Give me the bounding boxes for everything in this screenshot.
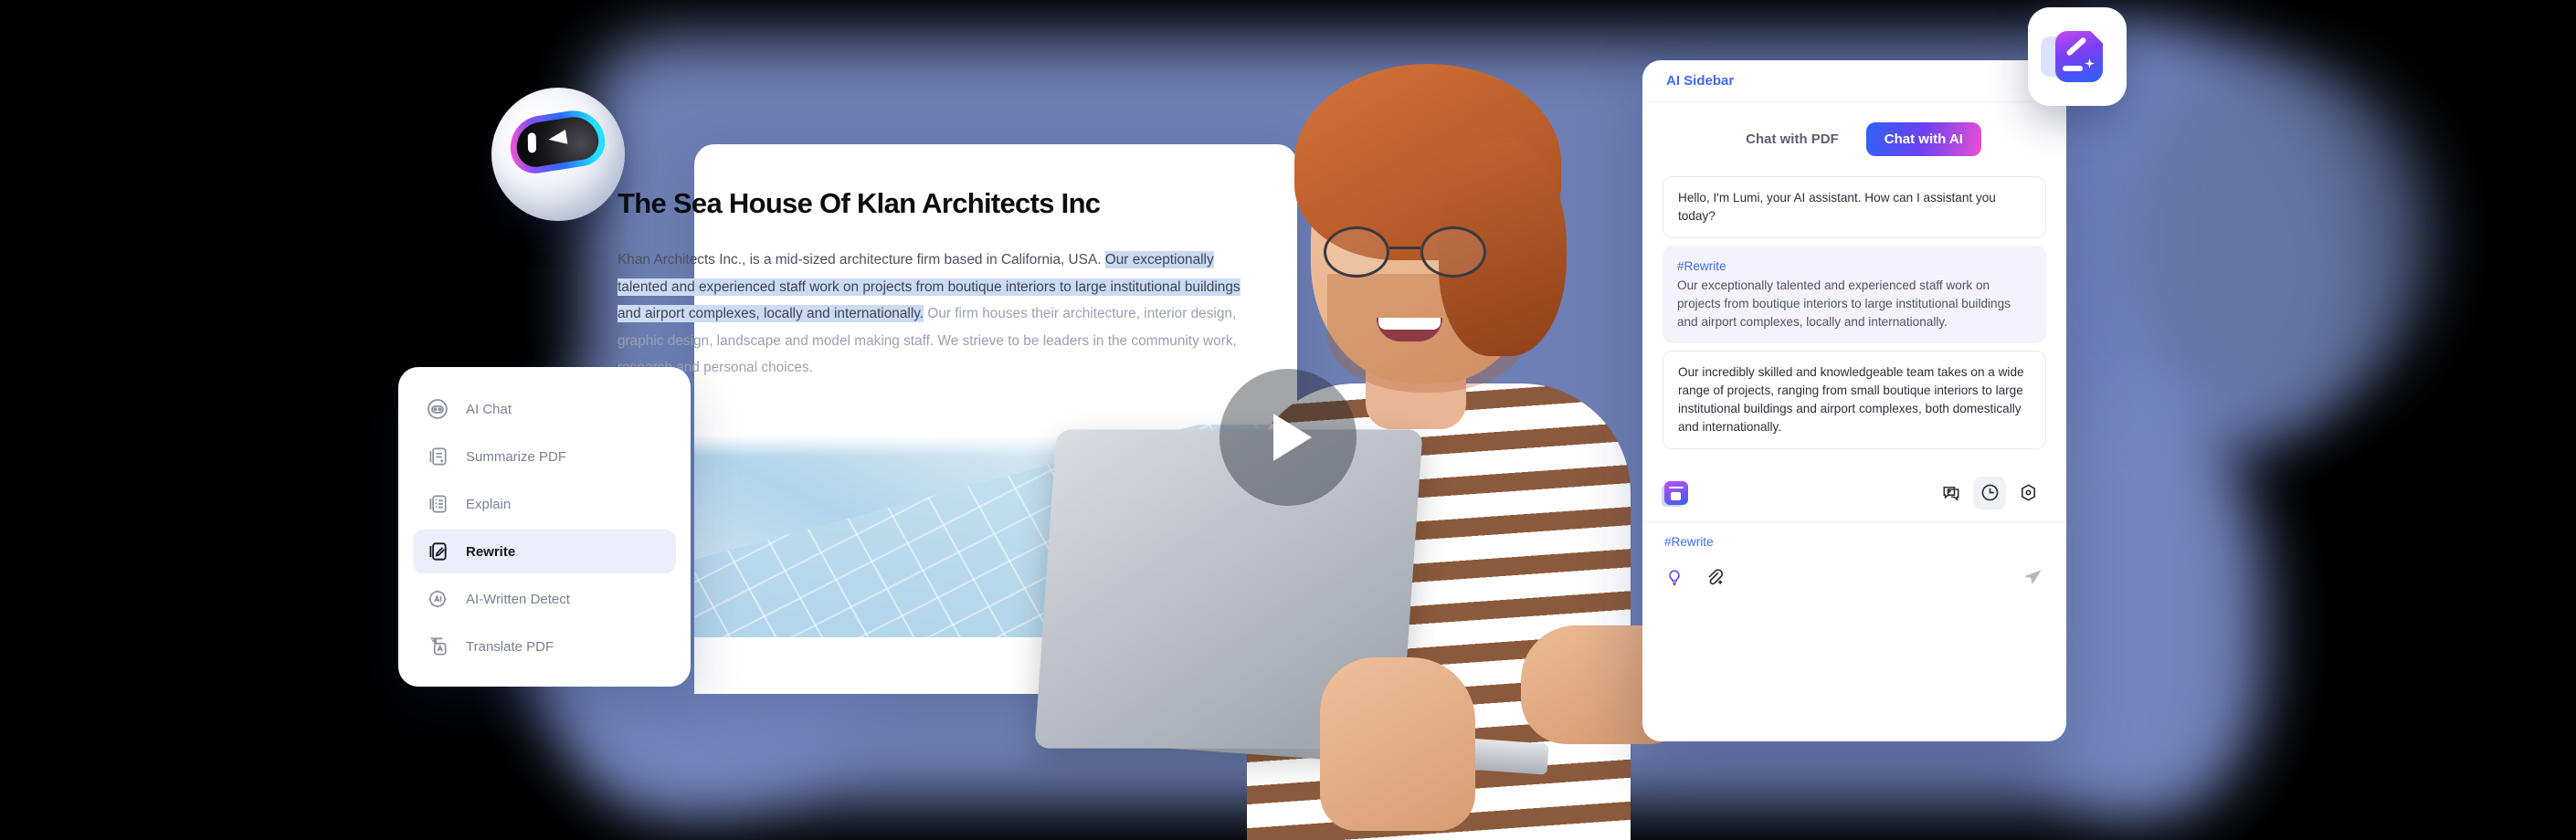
new-chat-icon (1943, 486, 1959, 501)
summarize-doc-icon (429, 447, 447, 466)
message-text: Our exceptionally talented and experienc… (1677, 278, 2011, 329)
play-button[interactable] (1219, 369, 1357, 506)
menu-item-ai-chat[interactable]: AI Chat (413, 387, 676, 431)
play-icon (1273, 414, 1312, 461)
menu-label: Rewrite (466, 543, 516, 560)
menu-item-summarize-pdf[interactable]: Summarize PDF (413, 435, 676, 478)
paragraph-lead: Khan Architects Inc., is a mid-sized arc… (618, 252, 1105, 268)
tab-chat-with-ai[interactable]: Chat with AI (1865, 122, 1981, 156)
message-rewrite-request: #Rewrite Our exceptionally talented and … (1663, 246, 2046, 343)
sidebar-action-bar (1642, 464, 2066, 522)
ai-assistant-sphere[interactable] (491, 88, 625, 221)
settings-button[interactable] (2011, 477, 2044, 509)
sidebar-header: AI Sidebar (1642, 60, 2066, 102)
menu-item-rewrite[interactable]: Rewrite (413, 530, 676, 573)
background-notch-top (0, 429, 457, 539)
menu-item-explain[interactable]: Explain (413, 482, 676, 526)
new-chat-button[interactable] (1935, 477, 1968, 509)
menu-label: Summarize PDF (466, 448, 567, 465)
history-button[interactable] (1973, 476, 2006, 509)
message-rewrite-result: Our incredibly skilled and knowledgeable… (1663, 351, 2046, 449)
menu-label: AI Chat (466, 401, 512, 417)
send-icon[interactable] (2021, 565, 2044, 589)
app-icon-card[interactable] (2028, 7, 2127, 106)
background-blob-right-inner (2128, 64, 2430, 411)
sidebar-tabs: Chat with PDF Chat with AI (1642, 102, 2066, 169)
message-tag: #Rewrite (1677, 259, 1726, 273)
hero-canvas: The Sea House Of Klan Architects Inc Kha… (0, 0, 2576, 840)
sphere-visor-icon (505, 106, 609, 177)
settings-hexagon-icon (2021, 484, 2035, 501)
menu-item-translate-pdf[interactable]: Translate PDF (413, 625, 676, 668)
lightbulb-icon[interactable] (1664, 567, 1684, 587)
hand-left (1320, 657, 1475, 831)
menu-label: Translate PDF (466, 638, 554, 655)
tab-chat-with-pdf[interactable]: Chat with PDF (1727, 122, 1857, 156)
background-notch (0, 0, 384, 429)
sidebar-input-bar (1642, 549, 2066, 589)
menu-label: Explain (466, 496, 512, 512)
ai-sidebar-panel: AI Sidebar Chat with PDF Chat with AI He… (1642, 60, 2066, 741)
page-title: The Sea House Of Klan Architects Inc (618, 187, 1101, 219)
message-greeting: Hello, I'm Lumi, your AI assistant. How … (1663, 176, 2046, 238)
menu-item-ai-written-detect[interactable]: AI-Written Detect (413, 577, 676, 621)
notebook-icon[interactable] (1664, 480, 1688, 505)
attach-paperclip-icon[interactable] (1703, 566, 1725, 588)
history-clock-icon (1981, 484, 1998, 501)
menu-label: AI-Written Detect (466, 591, 570, 607)
ai-detect-icon (428, 590, 447, 608)
prompt-tag[interactable]: #Rewrite (1642, 522, 2066, 549)
glasses-icon (1318, 226, 1528, 278)
sidebar-title: AI Sidebar (1666, 73, 1735, 89)
ai-rewrite-app-icon (2041, 31, 2103, 82)
explain-list-icon (429, 495, 447, 513)
robot-icon (428, 399, 448, 419)
translate-icon (430, 637, 447, 656)
rewrite-pencil-icon (429, 542, 447, 561)
ai-tools-menu[interactable]: AI Chat Summarize PDF Explain Rewrite AI… (398, 367, 691, 687)
